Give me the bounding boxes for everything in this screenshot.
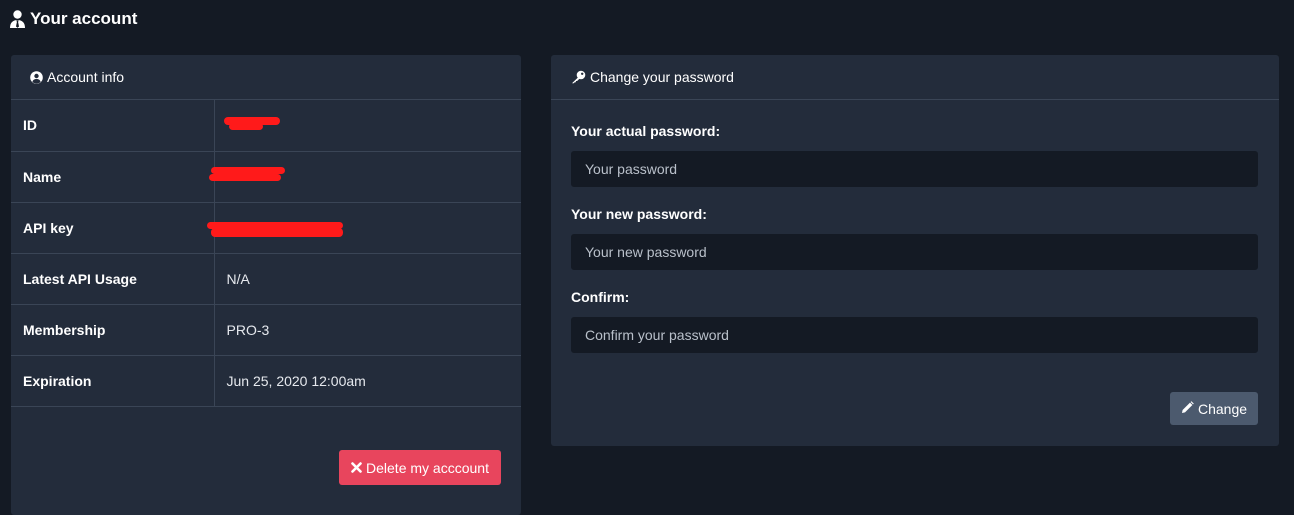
account-info-title: Account info: [47, 69, 125, 85]
new-password-label: Your new password:: [571, 206, 707, 222]
latest-api-usage-value: N/A: [214, 253, 521, 305]
actual-password-label: Your actual password:: [571, 123, 721, 139]
pencil-icon: [1181, 400, 1194, 417]
confirm-password-input[interactable]: [571, 317, 1258, 353]
expiration-value: Jun 25, 2020 12:00am: [214, 355, 521, 407]
delete-account-button[interactable]: Delete my acccount: [339, 450, 501, 485]
table-row: ID: [11, 100, 521, 152]
id-value: [214, 100, 521, 152]
redaction-mark: [228, 123, 263, 130]
api-key-label: API key: [11, 202, 215, 254]
name-label: Name: [11, 151, 215, 203]
table-row: Expiration Jun 25, 2020 12:00am: [11, 355, 521, 407]
page-title: Your account: [9, 9, 137, 29]
change-password-title: Change your password: [590, 69, 734, 85]
membership-value: PRO-3: [214, 304, 521, 356]
account-info-header: Account info: [11, 55, 521, 100]
user-tie-icon: [9, 10, 26, 28]
delete-account-label: Delete my acccount: [366, 459, 489, 476]
id-label: ID: [11, 100, 215, 152]
times-icon: [351, 460, 362, 476]
change-password-button[interactable]: Change: [1170, 392, 1258, 425]
change-password-header: Change your password: [551, 55, 1279, 100]
api-key-value: [206, 202, 521, 254]
redaction-mark: [208, 173, 281, 181]
account-info-table: ID Name API key Latest API Usage N/A Mem…: [11, 100, 521, 407]
confirm-password-label: Confirm:: [571, 289, 630, 305]
change-password-button-label: Change: [1197, 400, 1248, 417]
new-password-input[interactable]: [571, 234, 1258, 270]
table-row: Name: [11, 151, 521, 203]
membership-label: Membership: [11, 304, 215, 356]
table-row: Membership PRO-3: [11, 304, 521, 356]
expiration-label: Expiration: [11, 355, 215, 407]
account-info-card: Account info ID Name API key Latest API …: [11, 55, 521, 515]
latest-api-usage-label: Latest API Usage: [11, 253, 215, 305]
page-title-text: Your account: [30, 9, 138, 28]
redaction-mark: [210, 227, 343, 237]
redaction-mark: [210, 166, 285, 174]
table-row: API key: [11, 202, 521, 254]
user-circle-icon: [30, 70, 43, 84]
key-icon: [571, 70, 586, 84]
table-row: Latest API Usage N/A: [11, 253, 521, 305]
change-password-card: Change your password Your actual passwor…: [551, 55, 1279, 446]
actual-password-input[interactable]: [571, 151, 1258, 187]
name-value: [208, 151, 521, 203]
